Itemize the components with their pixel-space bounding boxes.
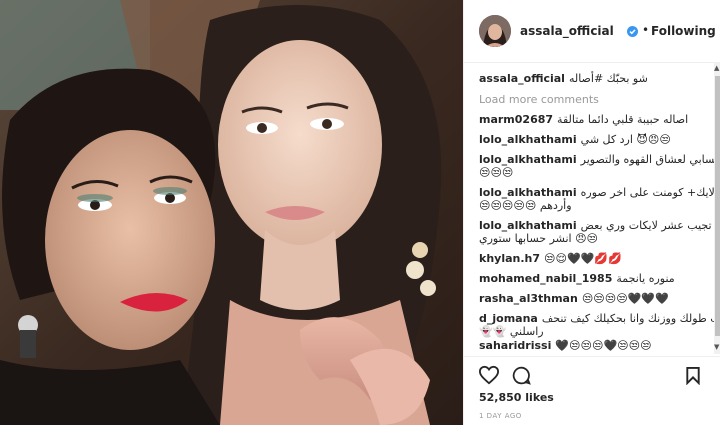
comment-row: lolo_alkhathami 😒😠😈 ارد كل شي — [479, 133, 671, 147]
comment-username[interactable]: mohamed_nabil_1985 — [479, 272, 612, 285]
comment-text: 😒😒😒 — [479, 166, 514, 179]
header-username[interactable]: assala_official — [520, 24, 614, 38]
comment-row: lolo_alkhathami لايك+ كومنت على اخر صوره — [479, 186, 714, 200]
following-button[interactable]: Following — [651, 24, 716, 38]
heart-icon[interactable] — [478, 365, 500, 389]
comment-text: 💋💋🖤🖤😌😒 — [544, 252, 622, 265]
header-separator: • — [642, 23, 650, 37]
comment-username[interactable]: d_jomana — [479, 312, 538, 325]
post-header: assala_official • Following — [464, 0, 720, 63]
caption-text: شو بحبّك #أصاله — [568, 72, 648, 85]
bookmark-icon[interactable] — [685, 366, 701, 389]
comment-continuation: 😒😠 انشر حسابها ستوري — [479, 232, 598, 246]
likes-count[interactable]: 52,850 likes — [479, 391, 554, 404]
comment-text: منوره يانجمة — [616, 272, 675, 285]
avatar[interactable] — [479, 15, 511, 47]
photo-illustration — [0, 0, 463, 425]
comment-username[interactable]: lolo_alkhathami — [479, 153, 577, 166]
instagram-post: assala_official • Following assala_offic… — [0, 0, 720, 425]
comment-continuation: راسلني 👻👻 — [479, 325, 544, 339]
comment-row: saharidrissi 😒😒😒🖤😒😒😒🖤 — [479, 339, 652, 353]
comment-row: rasha_al3thman 🖤🖤🖤😒😒😒😒 — [479, 292, 669, 306]
comment-text: اللي تجيب عشر لايكات وري بعض — [580, 219, 714, 232]
comment-text: 🖤🖤🖤😒😒😒😒 — [581, 292, 669, 305]
comment-continuation: وأردهم 😒😒😒😒😒 — [479, 199, 572, 213]
comment-continuation: 😒😒😒 — [479, 166, 513, 180]
comment-row: lolo_alkhathami☕ حسابي لعشاق القهوه والت… — [479, 153, 714, 167]
comment-row: lolo_alkhathamiاللي تجيب عشر لايكات وري … — [479, 219, 714, 233]
caption-username[interactable]: assala_official — [479, 72, 565, 85]
comment-username[interactable]: rasha_al3thman — [479, 292, 578, 305]
post-caption: assala_official شو بحبّك #أصاله — [479, 72, 648, 86]
comment-username[interactable]: marm02687 — [479, 113, 553, 126]
comment-username[interactable]: saharidrissi — [479, 339, 551, 352]
comment-username[interactable]: khylan.h7 — [479, 252, 540, 265]
verified-badge-icon — [627, 26, 638, 37]
comment-username[interactable]: lolo_alkhathami — [479, 186, 577, 199]
comment-text: راسلني 👻👻 — [479, 325, 544, 338]
load-more-comments-button[interactable]: Load more comments — [479, 93, 599, 106]
comment-row: d_jomana ابعت طولك ووزنك وانا بحكيلك كيف … — [479, 312, 714, 326]
comment-text: لايك+ كومنت على اخر صوره — [580, 186, 714, 199]
comment-text: ☕ حسابي لعشاق القهوه والتصوير — [580, 153, 714, 166]
comment-text: اصاله حبيبة قلبي دائما متالقة — [557, 113, 689, 126]
post-timestamp: 1 DAY AGO — [479, 412, 522, 420]
comment-text: وأردهم 😒😒😒😒😒 — [479, 199, 572, 212]
comments-list: assala_official شو بحبّك #أصاله Load more… — [464, 62, 714, 354]
avatar-image — [479, 15, 511, 47]
comments-scrollbar[interactable]: ▲ ▼ — [714, 62, 720, 354]
post-side-panel: assala_official • Following assala_offic… — [463, 0, 720, 425]
scroll-up-icon[interactable]: ▲ — [714, 64, 719, 72]
comment-icon[interactable] — [511, 365, 532, 390]
comment-username[interactable]: lolo_alkhathami — [479, 219, 577, 232]
comment-text: 😒😠 انشر حسابها ستوري — [479, 232, 599, 245]
comment-text: 😒😒😒🖤😒😒😒🖤 — [555, 339, 652, 352]
comment-text: 😒😠😈 ارد كل شي — [580, 133, 671, 146]
scroll-down-icon[interactable]: ▼ — [714, 343, 719, 351]
comment-text: ابعت طولك ووزنك وانا بحكيلك كيف تنحف — [541, 312, 714, 325]
comment-row: khylan.h7 💋💋🖤🖤😌😒 — [479, 252, 622, 266]
post-photo[interactable] — [0, 0, 463, 425]
post-actions: 52,850 likes 1 DAY AGO — [464, 356, 720, 426]
scrollbar-thumb[interactable] — [715, 76, 720, 336]
comment-row: mohamed_nabil_1985 منوره يانجمة — [479, 272, 675, 286]
comment-username[interactable]: lolo_alkhathami — [479, 133, 577, 146]
comment-row: marm02687 اصاله حبيبة قلبي دائما متالقة — [479, 113, 688, 127]
